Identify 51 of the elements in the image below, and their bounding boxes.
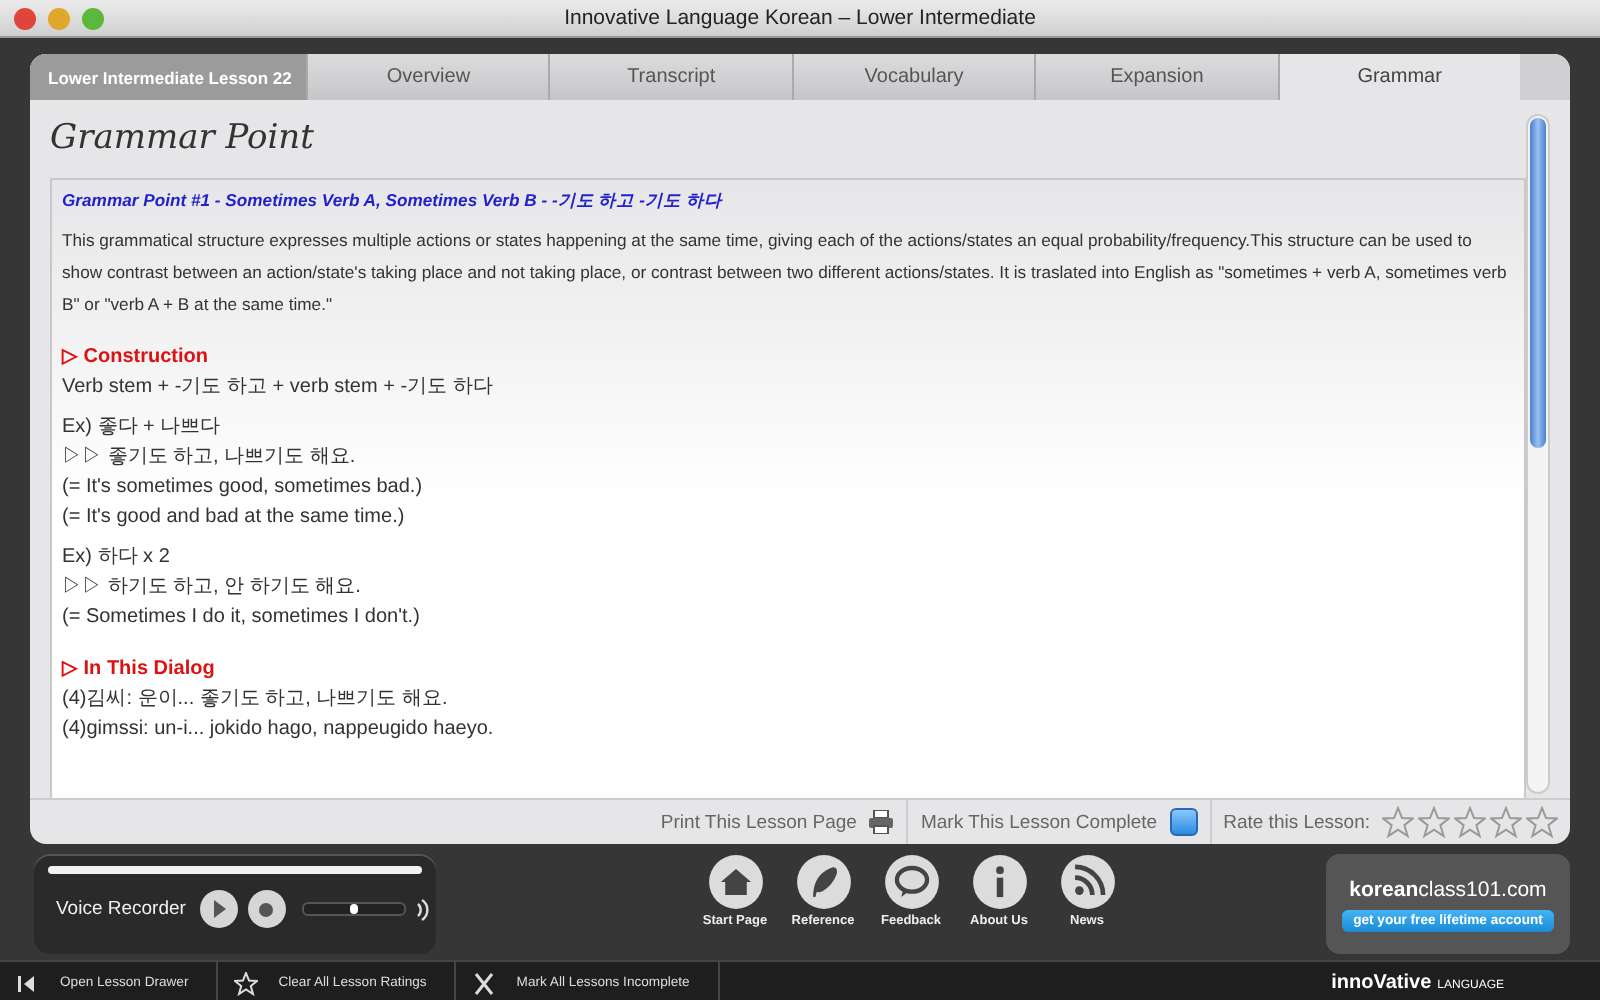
- paragraph: This grammatical structure expresses multiple actions or states happening at the same time, giving each of the actions/states an equal probability/frequency.This structure can be used to show contrast between an action/state's taking place and not taking place, or contrast between two different actions/states. It is traslated into English as "sometimes + verb A, sometimes verb B" or "verb A + B at the same time.": [62, 230, 1507, 314]
- recorder-label: Voice Recorder: [56, 898, 186, 920]
- feather-icon: [795, 854, 851, 910]
- text-line: (= Sometimes I do it, sometimes I don't.): [62, 606, 420, 628]
- page-heading: Grammar Point: [50, 116, 316, 162]
- play-button[interactable]: [199, 890, 238, 928]
- drawer-icon[interactable]: [16, 971, 40, 995]
- text-line: Ex) 좋다 + 나쁘다: [62, 416, 221, 438]
- text-line: Ex) 하다 x 2: [62, 546, 170, 568]
- logo-name: innoVative: [1331, 972, 1432, 994]
- star-icon[interactable]: [1454, 806, 1486, 838]
- star-icon[interactable]: [1418, 806, 1450, 838]
- printer-icon[interactable]: [868, 810, 895, 834]
- section-heading: ▷ In This Dialog: [62, 658, 215, 680]
- rss-icon: [1059, 854, 1115, 910]
- window-title: Innovative Language Korean – Lower Intermediate: [564, 6, 1036, 30]
- section-heading: ▷ Construction: [62, 346, 208, 368]
- tab[interactable]: Transcript: [548, 54, 792, 100]
- rating-label: Rate this Lesson:: [1223, 811, 1370, 833]
- tab[interactable]: Expansion: [1034, 54, 1278, 100]
- star-icon[interactable]: [1490, 806, 1522, 838]
- play-icon: [209, 900, 228, 918]
- print-link[interactable]: Print This Lesson Page: [660, 811, 857, 833]
- text-line: (4)김씨: 운이... 좋기도 하고, 나쁘기도 해요.: [62, 688, 448, 710]
- text-line: (= It's good and bad at the same time.): [62, 506, 405, 528]
- info-icon: [971, 854, 1027, 910]
- speech-icon: [883, 854, 939, 910]
- volume-slider[interactable]: [301, 902, 406, 916]
- scrollbar[interactable]: [1526, 114, 1550, 794]
- star-icon[interactable]: [1526, 806, 1558, 838]
- home-icon: [707, 854, 763, 910]
- stop-button[interactable]: [247, 890, 286, 928]
- tab[interactable]: Vocabulary: [791, 54, 1035, 100]
- slider-thumb[interactable]: [349, 904, 358, 914]
- text-line: ▷▷ 하기도 하고, 안 하기도 해요.: [62, 576, 361, 598]
- text-line: ▷▷ 좋기도 하고, 나쁘기도 해요.: [62, 446, 356, 468]
- tab[interactable]: Overview: [306, 54, 549, 100]
- text-line: (4)gimssi: un-i... jokido hago, nappeugido haeyo.: [62, 718, 494, 740]
- star-icon[interactable]: [1382, 806, 1414, 838]
- speaker-icon: [415, 897, 432, 921]
- stop-icon: [258, 901, 275, 917]
- site-name: koreanclass101.com: [1349, 877, 1547, 901]
- section-title: Grammar Point #1 - Sometimes Verb A, Sometimes Verb B - -기도 하고 -기도 하다: [62, 190, 722, 210]
- complete-checkbox[interactable]: [1169, 808, 1198, 836]
- text-line: (= It's sometimes good, sometimes bad.): [62, 476, 423, 498]
- lesson-label: Lower Intermediate Lesson 22: [30, 54, 306, 100]
- complete-label: Mark This Lesson Complete: [920, 811, 1158, 833]
- text-line: Verb stem + -기도 하고 + verb stem + -기도 하다: [62, 376, 493, 398]
- close-button[interactable]: [14, 7, 36, 29]
- tab[interactable]: Grammar: [1277, 54, 1521, 100]
- cross-icon[interactable]: [472, 971, 497, 995]
